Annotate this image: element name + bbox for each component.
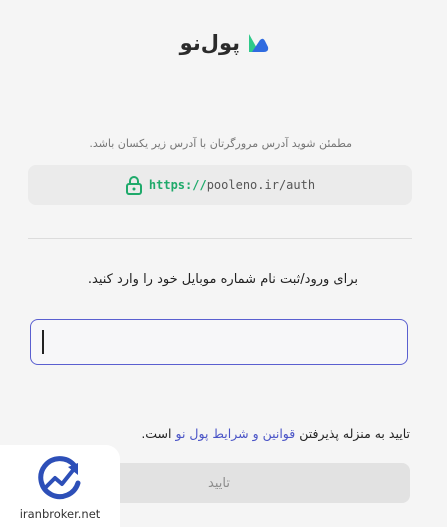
terms-suffix: است. — [141, 426, 172, 441]
login-instruction: برای ورود/ثبت نام شماره موبایل خود را وا… — [87, 272, 358, 287]
url-display-box: https://pooleno.ir/auth — [28, 165, 412, 205]
url-path: pooleno.ir/auth — [206, 178, 316, 192]
lock-icon — [125, 176, 142, 195]
url-text: https://pooleno.ir/auth — [149, 178, 315, 192]
text-caret — [42, 330, 44, 354]
watermark-text: iranbroker.net — [19, 507, 101, 521]
terms-prefix: تایید به منزله پذیرفتن — [299, 426, 410, 441]
iranbroker-chart-icon — [38, 456, 81, 500]
pooleno-logo-icon — [249, 34, 269, 52]
url-scheme: https:// — [148, 178, 207, 192]
app-logo-text: پول‌نو — [179, 31, 240, 55]
section-divider — [28, 238, 412, 239]
terms-notice: تایید به منزله پذیرفتن قوانین و شرایط پو… — [20, 426, 410, 441]
watermark-badge: iranbroker.net — [0, 445, 120, 527]
terms-link[interactable]: قوانین و شرایط پول نو — [176, 426, 296, 441]
security-notice-text: مطمئن شوید آدرس مرورگرتان با آدرس زیر یک… — [89, 137, 352, 150]
app-logo: پول‌نو — [178, 29, 270, 57]
phone-number-input[interactable] — [30, 319, 408, 365]
